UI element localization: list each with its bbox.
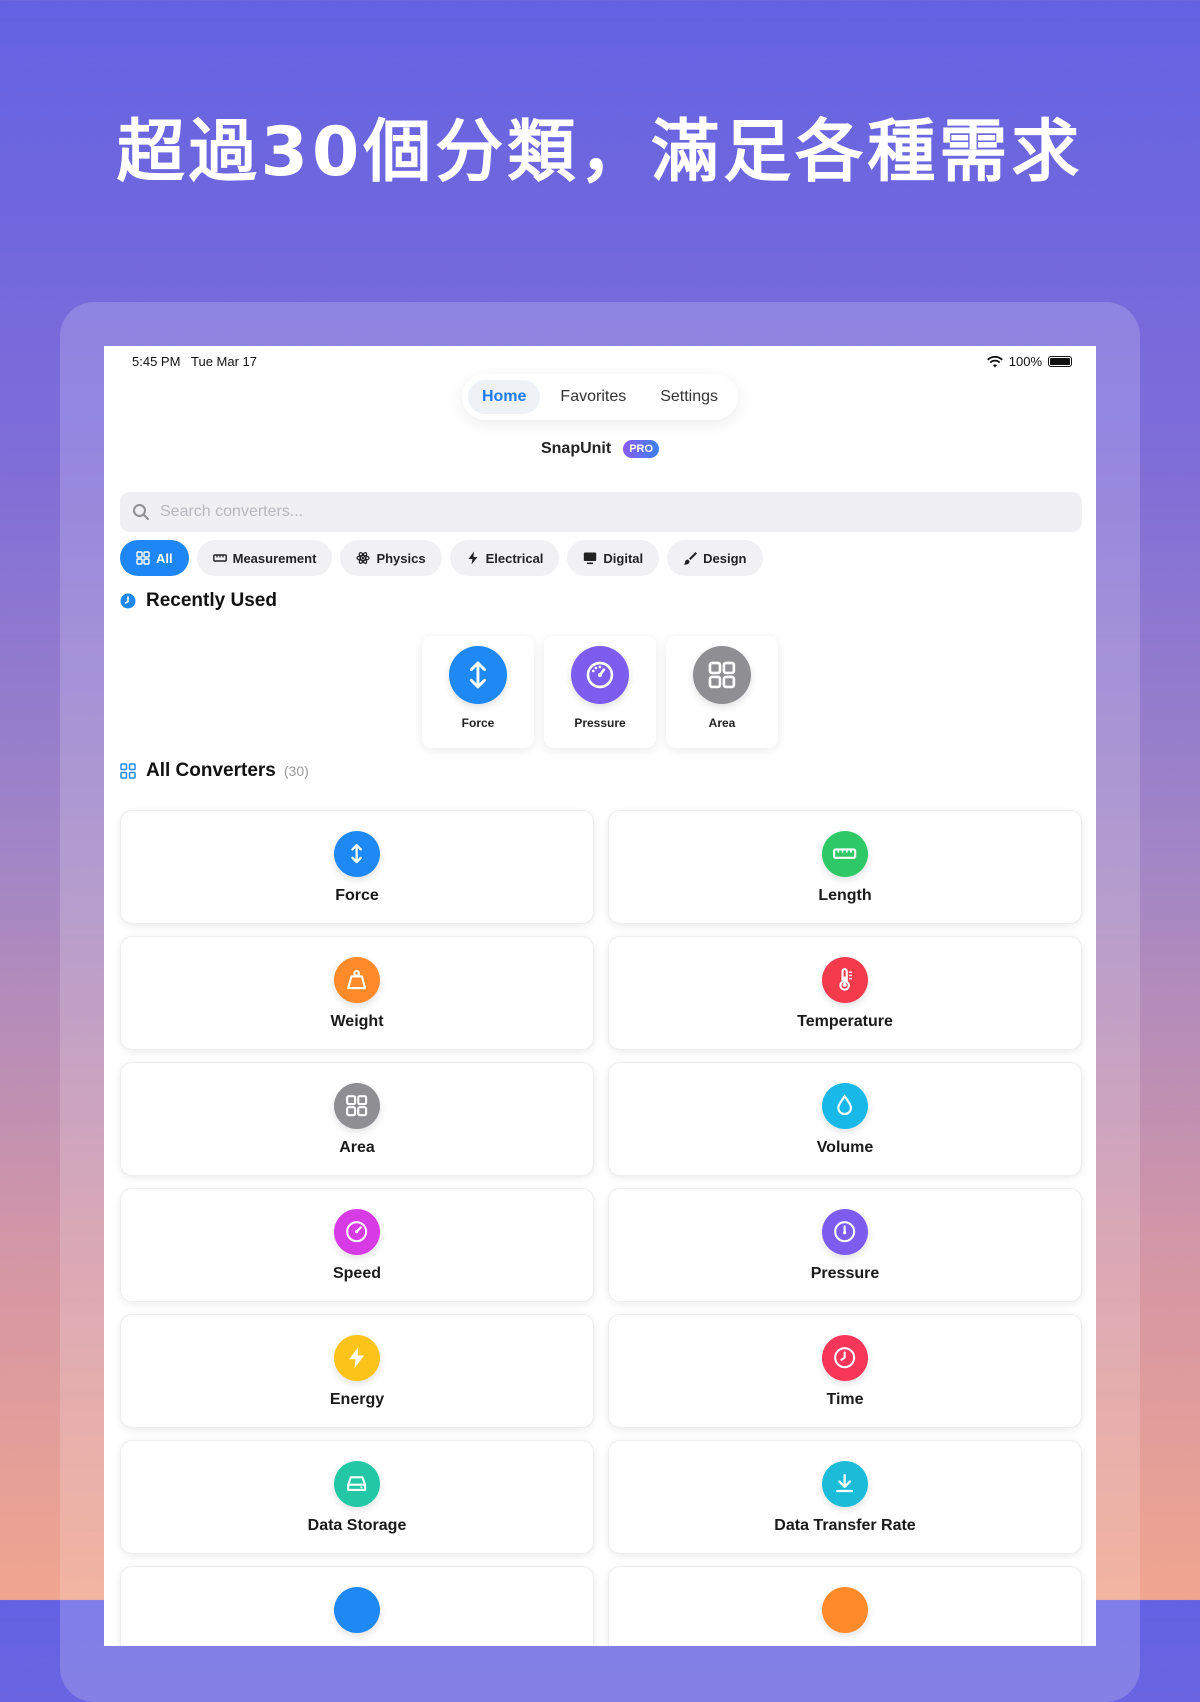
converter-label: Data Transfer Rate: [774, 1517, 916, 1534]
grid-icon: [136, 551, 150, 565]
chip-label: Electrical: [485, 550, 544, 566]
bolt-icon: [468, 551, 478, 565]
monitor-icon: [584, 552, 597, 565]
converter-label: Energy: [329, 1391, 385, 1408]
converter-label: Area: [339, 1139, 375, 1156]
recently-used-header: Recently Used: [120, 590, 277, 612]
grid-icon: [693, 646, 751, 704]
converter-card-time[interactable]: Time: [608, 1314, 1082, 1428]
tab-favorites[interactable]: Favorites: [546, 380, 640, 414]
grid-icon: [334, 1083, 380, 1129]
headline: 超過30個分類，滿足各種需求: [116, 113, 1084, 192]
converter-card-data-storage[interactable]: Data Storage: [120, 1440, 594, 1554]
converter-card-data-transfer-rate[interactable]: Data Transfer Rate: [608, 1440, 1082, 1554]
chip-digital[interactable]: Digital: [567, 540, 660, 576]
chip-label: Measurement: [232, 550, 317, 566]
brush-icon: [683, 552, 698, 565]
app-title-row: SnapUnit PRO: [104, 440, 1096, 458]
status-time: 5:45 PM: [132, 354, 181, 369]
converter-card-speed[interactable]: Speed: [120, 1188, 594, 1302]
chip-label: Physics: [376, 550, 426, 566]
chip-design[interactable]: Design: [667, 540, 763, 576]
recent-item-label: Force: [461, 716, 495, 730]
drop-icon: [822, 1083, 868, 1129]
recently-used-list: Force Pressure Area: [104, 636, 1096, 748]
search-icon: [133, 504, 149, 520]
converter-card-partial-left[interactable]: [120, 1566, 594, 1646]
chip-electrical[interactable]: Electrical: [449, 540, 560, 576]
clock-icon: [822, 1335, 868, 1381]
hard-drive-icon: [334, 1461, 380, 1507]
ruler-icon: [212, 554, 227, 562]
top-tab-bar: Home Favorites Settings: [461, 374, 739, 420]
converter-card-length[interactable]: Length: [608, 810, 1082, 924]
converter-card-weight[interactable]: Weight: [120, 936, 594, 1050]
grid-icon: [120, 763, 136, 779]
converter-label: Force: [335, 887, 379, 904]
partial-icon: [822, 1587, 868, 1633]
converter-label: Temperature: [797, 1013, 893, 1030]
wifi-icon: [986, 355, 1003, 367]
chip-label: All: [156, 550, 173, 566]
recent-item-area[interactable]: Area: [666, 636, 778, 748]
gauge-icon: [571, 646, 629, 704]
converter-label: Weight: [330, 1013, 384, 1030]
converter-card-area[interactable]: Area: [120, 1062, 594, 1176]
status-date: Tue Mar 17: [191, 354, 258, 369]
atom-icon: [356, 552, 371, 564]
battery-percent: 100%: [1008, 354, 1042, 369]
partial-icon: [334, 1587, 380, 1633]
converters-grid: Force Length Weight Temperature Area Vol…: [120, 810, 1082, 1646]
chip-label: Design: [703, 550, 747, 566]
recent-item-label: Area: [708, 716, 736, 730]
scale-weight-icon: [334, 957, 380, 1003]
status-bar: 5:45 PM Tue Mar 17 100%: [128, 354, 1072, 374]
arrows-vertical-icon: [449, 646, 507, 704]
search-bar[interactable]: [120, 492, 1082, 532]
converter-label: Length: [818, 887, 872, 904]
tab-settings[interactable]: Settings: [646, 380, 732, 414]
all-converters-title: All Converters: [146, 760, 276, 781]
download-icon: [822, 1461, 868, 1507]
battery-icon: [1048, 356, 1072, 367]
bolt-icon: [334, 1335, 380, 1381]
converter-card-force[interactable]: Force: [120, 810, 594, 924]
gauge-icon: [822, 1209, 868, 1255]
speedometer-icon: [334, 1209, 380, 1255]
converter-label: Volume: [816, 1139, 874, 1156]
converter-label: Time: [826, 1391, 864, 1408]
converter-label: Speed: [332, 1265, 381, 1282]
category-filter-chips: All Measurement Physics Electrical Digit…: [120, 540, 763, 576]
converter-card-partial-right[interactable]: [608, 1566, 1082, 1646]
clock-icon: [120, 593, 136, 609]
recent-item-label: Pressure: [574, 716, 626, 730]
ruler-icon: [822, 831, 868, 877]
thermometer-icon: [822, 957, 868, 1003]
chip-physics[interactable]: Physics: [340, 540, 442, 576]
all-converters-header: All Converters (30): [120, 760, 309, 782]
search-input[interactable]: [158, 502, 1042, 522]
converter-card-energy[interactable]: Energy: [120, 1314, 594, 1428]
tab-home[interactable]: Home: [467, 380, 541, 414]
recent-item-pressure[interactable]: Pressure: [544, 636, 656, 748]
app-screen: 5:45 PM Tue Mar 17 100% Home Favorites S…: [104, 346, 1096, 1646]
status-time-date: 5:45 PM Tue Mar 17: [132, 354, 257, 369]
pro-badge[interactable]: PRO: [623, 440, 660, 458]
converter-label: Data Storage: [307, 1517, 407, 1534]
app-name: SnapUnit: [540, 440, 612, 457]
chip-measurement[interactable]: Measurement: [196, 540, 333, 576]
all-converters-count: (30): [283, 763, 309, 779]
converter-label: Pressure: [810, 1265, 880, 1282]
chip-all[interactable]: All: [120, 540, 189, 576]
chip-label: Digital: [603, 550, 644, 566]
converter-card-pressure[interactable]: Pressure: [608, 1188, 1082, 1302]
recently-used-title: Recently Used: [146, 590, 277, 611]
converter-card-temperature[interactable]: Temperature: [608, 936, 1082, 1050]
converter-card-volume[interactable]: Volume: [608, 1062, 1082, 1176]
arrows-vertical-icon: [334, 831, 380, 877]
status-indicators: 100%: [986, 354, 1072, 369]
recent-item-force[interactable]: Force: [422, 636, 534, 748]
